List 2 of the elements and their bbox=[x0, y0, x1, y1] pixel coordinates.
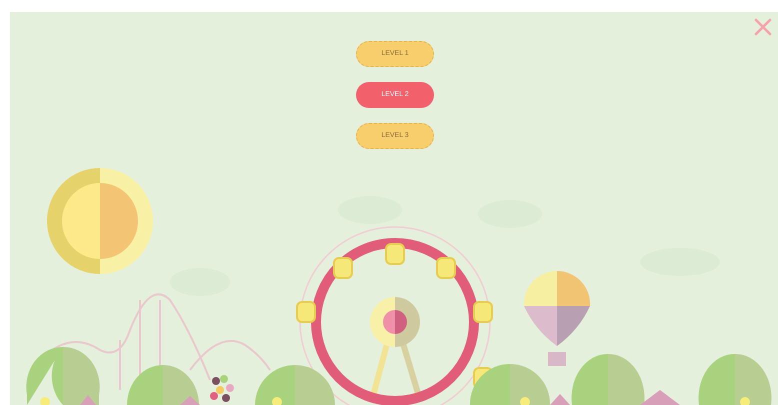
close-icon bbox=[754, 18, 772, 36]
balloons-drawing bbox=[210, 375, 234, 402]
